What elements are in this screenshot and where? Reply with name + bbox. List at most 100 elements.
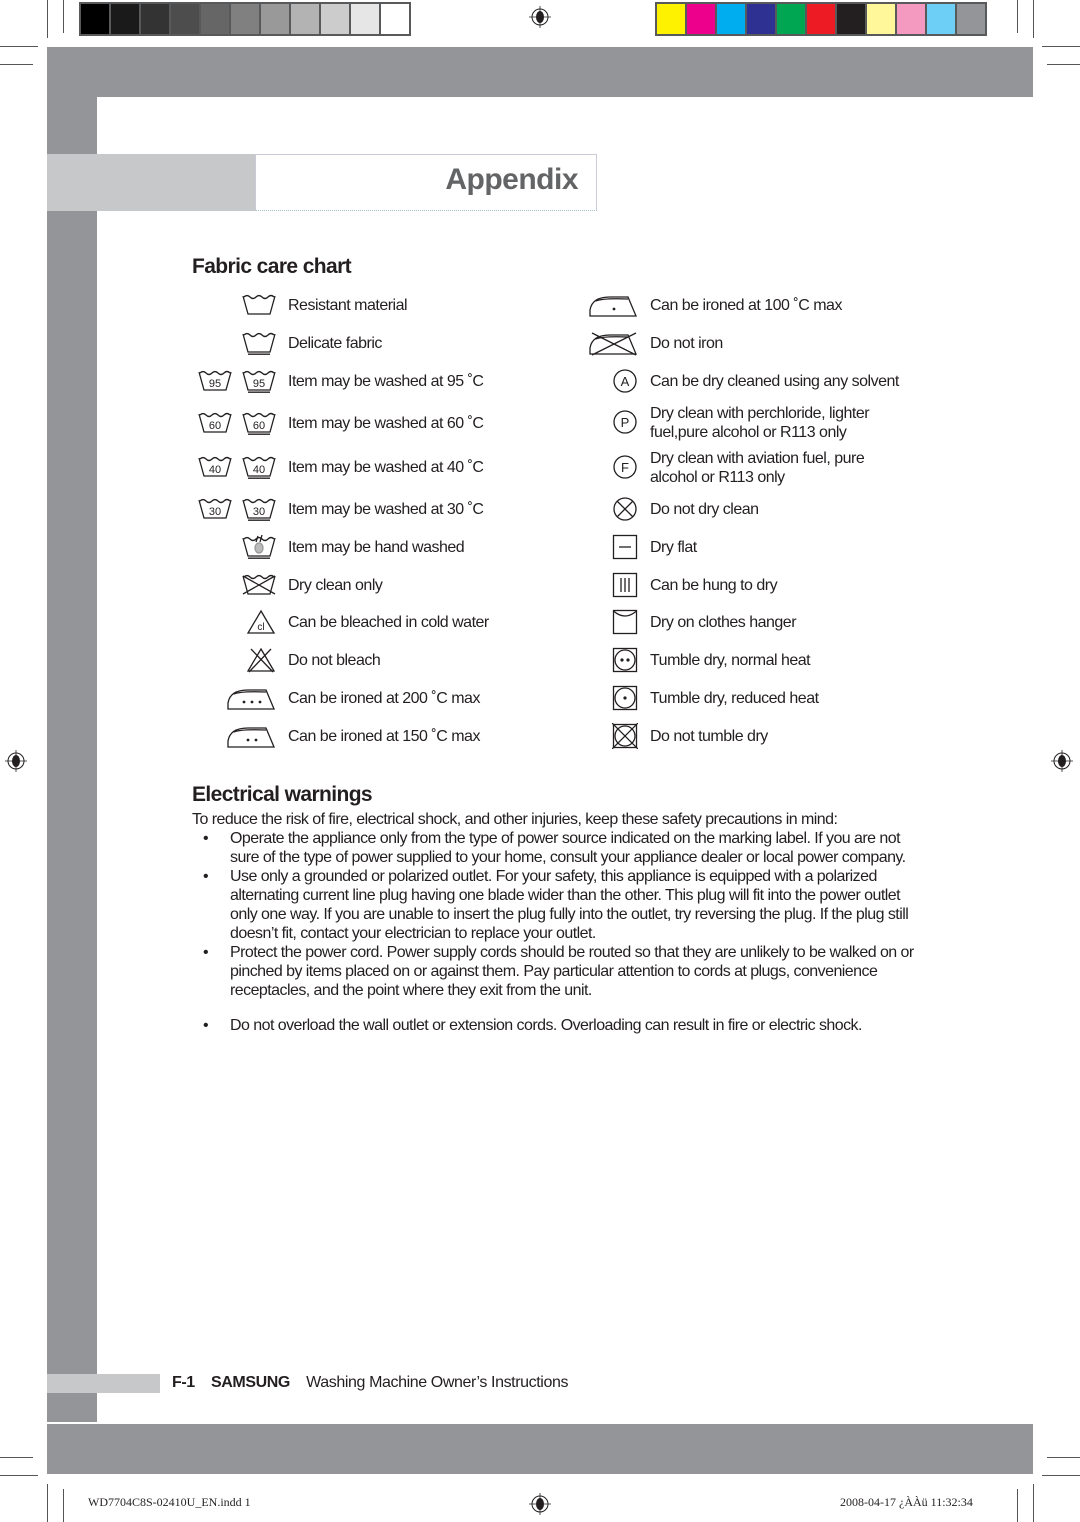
care-item-label: Item may be washed at 30 ˚C bbox=[288, 500, 484, 519]
registration-mark-icon bbox=[529, 1493, 551, 1515]
care-item-label-line: Do not bleach bbox=[288, 652, 381, 669]
dry-clean-p-icon: P bbox=[612, 409, 638, 440]
care-item-label-line: Can be ironed at 100 ˚C max bbox=[650, 297, 842, 314]
care-item-label: Delicate fabric bbox=[288, 334, 382, 353]
care-item-label: Do not tumble dry bbox=[650, 727, 768, 746]
color-swatch bbox=[927, 4, 955, 34]
wash-95-icon: 95 bbox=[198, 368, 232, 401]
electrical-warnings-body: To reduce the risk of fire, electrical s… bbox=[192, 810, 922, 1035]
care-item-label-line: Dry clean with aviation fuel, pure bbox=[650, 450, 865, 467]
color-swatch bbox=[351, 4, 379, 34]
wash-delicate-60-icon: 60 bbox=[242, 410, 276, 443]
care-item-label: Can be dry cleaned using any solvent bbox=[650, 372, 899, 391]
care-item-label: Can be ironed at 200 ˚C max bbox=[288, 689, 480, 708]
care-item-label: Item may be washed at 95 ˚C bbox=[288, 372, 484, 391]
page-footer: F-1 SAMSUNG Washing Machine Owner’s Inst… bbox=[172, 1374, 568, 1392]
iron-2-dots-icon bbox=[226, 723, 276, 755]
care-item-label-line: Item may be hand washed bbox=[288, 539, 465, 556]
color-swatch bbox=[321, 4, 349, 34]
care-item-label-line: Item may be washed at 30 ˚C bbox=[288, 501, 484, 518]
care-item-label: Tumble dry, normal heat bbox=[650, 651, 811, 670]
care-item-label: Item may be washed at 60 ˚C bbox=[288, 414, 484, 433]
crop-mark bbox=[0, 46, 38, 47]
iron-1-dot-icon bbox=[588, 292, 638, 324]
crop-mark bbox=[0, 1475, 38, 1476]
care-item-label-line: Dry flat bbox=[650, 539, 697, 556]
svg-text:95: 95 bbox=[209, 378, 221, 390]
color-swatch bbox=[807, 4, 835, 34]
dry-flat-icon bbox=[612, 534, 638, 565]
care-item-label: Do not iron bbox=[650, 334, 723, 353]
svg-text:95: 95 bbox=[253, 378, 265, 390]
crop-mark bbox=[0, 64, 33, 65]
crop-mark bbox=[1017, 1489, 1018, 1522]
care-item-label-line: Item may be washed at 60 ˚C bbox=[288, 415, 484, 432]
crop-mark bbox=[47, 1484, 48, 1522]
care-item-label: Can be bleached in cold water bbox=[288, 613, 489, 632]
do-not-wash-icon bbox=[242, 572, 276, 603]
header-tab-accent bbox=[47, 154, 255, 211]
care-item-label-line: Do not dry clean bbox=[650, 501, 759, 518]
svg-text:F: F bbox=[621, 460, 629, 475]
tumble-low-icon bbox=[612, 685, 638, 716]
color-swatch bbox=[81, 4, 109, 34]
crop-mark bbox=[47, 0, 48, 38]
care-item-label-line: Can be dry cleaned using any solvent bbox=[650, 373, 899, 390]
slug-filename: WD7704C8S-02410U_EN.indd 1 bbox=[88, 1495, 251, 1509]
crop-mark bbox=[1042, 1475, 1080, 1476]
wash-delicate-40-icon: 40 bbox=[242, 454, 276, 487]
care-item-label-line: Can be ironed at 200 ˚C max bbox=[288, 690, 480, 707]
warning-item: Use only a grounded or polarized outlet.… bbox=[192, 867, 922, 943]
crop-mark bbox=[63, 1489, 64, 1522]
do-not-bleach-icon bbox=[246, 647, 276, 678]
registration-mark-icon bbox=[5, 750, 27, 772]
color-swatch bbox=[897, 4, 925, 34]
page-number: F-1 bbox=[172, 1374, 195, 1391]
electrical-intro: To reduce the risk of fire, electrical s… bbox=[192, 811, 838, 828]
page-frame-top bbox=[47, 47, 1033, 97]
care-item-label: Item may be washed at 40 ˚C bbox=[288, 458, 484, 477]
color-swatch bbox=[141, 4, 169, 34]
iron-3-dots-icon bbox=[226, 685, 276, 717]
care-item-label: Dry clean only bbox=[288, 576, 383, 595]
footer-accent bbox=[47, 1374, 160, 1393]
wash-30-icon: 30 bbox=[198, 496, 232, 529]
wash-delicate-95-icon: 95 bbox=[242, 368, 276, 401]
page-frame-bottom bbox=[47, 1424, 1033, 1474]
color-swatch bbox=[957, 4, 985, 34]
svg-text:P: P bbox=[621, 415, 630, 430]
crop-mark bbox=[1047, 64, 1080, 65]
svg-text:40: 40 bbox=[209, 464, 221, 476]
warning-list: Operate the appliance only from the type… bbox=[192, 829, 922, 1035]
care-item-label-line: Can be hung to dry bbox=[650, 577, 778, 594]
washtub-resistant-icon bbox=[242, 292, 276, 323]
care-item-label-line: Resistant material bbox=[288, 297, 408, 314]
warning-item: Do not overload the wall outlet or exten… bbox=[192, 1016, 922, 1035]
care-item-label-line: Dry clean with perchloride, lighter bbox=[650, 405, 870, 422]
color-swatch bbox=[261, 4, 289, 34]
care-item-label: Can be ironed at 100 ˚C max bbox=[650, 296, 842, 315]
do-not-tumble-icon bbox=[611, 722, 639, 754]
color-swatch bbox=[657, 4, 685, 34]
care-item-label-line: Can be bleached in cold water bbox=[288, 614, 489, 631]
care-item-label: Do not bleach bbox=[288, 651, 381, 670]
care-item-label-line: Dry on clothes hanger bbox=[650, 614, 797, 631]
color-swatch bbox=[747, 4, 775, 34]
color-swatch bbox=[687, 4, 715, 34]
warning-item: Protect the power cord. Power supply cor… bbox=[192, 943, 922, 1000]
dry-clean-f-icon: F bbox=[612, 454, 638, 485]
tumble-normal-icon bbox=[612, 647, 638, 678]
svg-text:60: 60 bbox=[253, 420, 265, 432]
care-item-label: Do not dry clean bbox=[650, 500, 759, 519]
care-item-label-line: Do not iron bbox=[650, 335, 723, 352]
color-swatch bbox=[111, 4, 139, 34]
line-dry-icon bbox=[612, 609, 638, 640]
care-item-label: Resistant material bbox=[288, 296, 408, 315]
care-item-label: Tumble dry, reduced heat bbox=[650, 689, 819, 708]
crop-mark bbox=[1017, 0, 1018, 33]
wash-40-icon: 40 bbox=[198, 454, 232, 487]
svg-text:A: A bbox=[621, 374, 630, 389]
svg-text:30: 30 bbox=[209, 506, 221, 518]
grayscale-color-bar bbox=[79, 2, 411, 36]
hand-wash-icon bbox=[242, 534, 276, 567]
